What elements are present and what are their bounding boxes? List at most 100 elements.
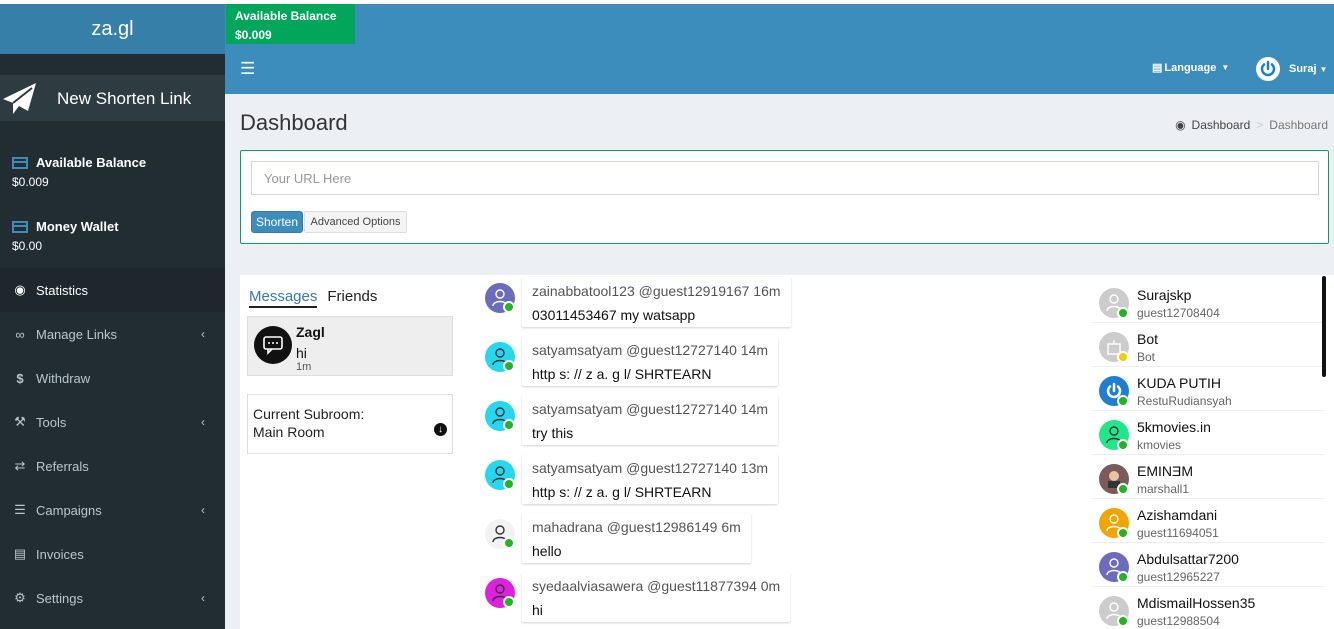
user-handle: guest12988504 — [1137, 614, 1220, 628]
message-header: syedaalviasawera @guest11877394 0m — [532, 578, 781, 594]
database-icon: ☰ — [14, 502, 26, 517]
chat-bubble-icon — [263, 336, 283, 355]
online-status-dot — [503, 360, 515, 372]
sidebar-item-label: Invoices — [36, 546, 84, 562]
header-balance-value: $0.009 — [235, 28, 272, 42]
sidebar-item-manage-links[interactable]: ∞ Manage Links ‹ — [0, 312, 225, 356]
money-wallet-label: Money Wallet — [36, 219, 119, 234]
message-text: http s: // z a. g l/ SHRTEARN — [532, 366, 712, 382]
new-shorten-link-button[interactable]: New Shorten Link — [0, 75, 225, 121]
tab-friends[interactable]: Friends — [327, 288, 377, 308]
advanced-options-button[interactable]: Advanced Options — [304, 211, 407, 233]
user-list-item[interactable]: Bot Bot — [1092, 323, 1324, 367]
message-text: hi — [532, 602, 543, 618]
tab-messages[interactable]: Messages — [249, 288, 318, 308]
user-name: KUDA PUTIH — [1137, 375, 1222, 391]
chevron-left-icon: ‹ — [201, 503, 205, 517]
dashboard-icon: ◉ — [1175, 118, 1186, 132]
online-status-dot — [1117, 483, 1129, 495]
chevron-left-icon: ‹ — [201, 415, 205, 429]
conversation-item[interactable]: Zagl hi 1m — [247, 316, 453, 376]
online-status-dot — [503, 419, 515, 431]
sidebar-item-campaigns[interactable]: ☰ Campaigns ‹ — [0, 488, 225, 532]
sidebar-item-invoices[interactable]: ▤ Invoices — [0, 532, 225, 576]
sidebar-item-label: Manage Links — [36, 326, 117, 342]
available-balance-label: Available Balance — [36, 155, 147, 170]
caret-down-icon: ▼ — [1221, 63, 1230, 72]
breadcrumb-home-link[interactable]: Dashboard — [1192, 118, 1251, 132]
page-title: Dashboard — [240, 110, 348, 135]
sidebar: New Shorten Link Available Balance $0.00… — [0, 54, 225, 629]
user-list-scrollbar[interactable] — [1322, 276, 1326, 377]
chevron-left-icon: ‹ — [201, 327, 205, 341]
dashboard-icon: ◉ — [14, 282, 26, 297]
user-list-item[interactable]: Azishamdani guest11694051 — [1092, 499, 1324, 543]
online-status-dot — [1117, 395, 1129, 407]
user-handle: Bot — [1137, 350, 1156, 364]
language-dropdown[interactable]: ▤ Language ▼ — [1152, 61, 1230, 75]
message-bubble: satyamsatyam @guest12727140 14m http s: … — [522, 336, 779, 386]
user-handle: kmovies — [1137, 438, 1182, 452]
message-header: mahadrana @guest12986149 6m — [532, 519, 741, 535]
subroom-selector[interactable]: Current Subroom: Main Room ↓ — [247, 394, 453, 454]
online-status-dot — [1117, 615, 1129, 627]
wrench-icon: ⚒ — [14, 414, 26, 429]
user-list-item[interactable]: Abdulsattar7200 guest12965227 — [1092, 543, 1324, 587]
user-handle: RestuRudiansyah — [1137, 394, 1232, 408]
user-menu[interactable]: Suraj ▼ — [1256, 57, 1327, 81]
message-text: http s: // z a. g l/ SHRTEARN — [532, 484, 712, 500]
user-list-item[interactable]: KUDA PUTIH RestuRudiansyah — [1092, 367, 1324, 411]
sidebar-item-withdraw[interactable]: $ Withdraw — [0, 356, 225, 400]
paper-plane-icon — [3, 83, 36, 114]
sidebar-item-label: Campaigns — [36, 502, 102, 518]
user-handle: guest11694051 — [1137, 526, 1219, 540]
conversation-name: Zagl — [296, 324, 325, 340]
user-list-item[interactable]: EMINƎM marshall1 — [1092, 455, 1324, 499]
sidebar-item-label: Referrals — [36, 458, 89, 474]
url-input[interactable] — [251, 161, 1319, 195]
link-icon: ∞ — [15, 326, 25, 342]
user-name: Bot — [1137, 331, 1159, 347]
sidebar-item-tools[interactable]: ⚒ Tools ‹ — [0, 400, 225, 444]
header-balance-label: Available Balance — [235, 9, 337, 23]
shorten-button[interactable]: Shorten — [251, 211, 303, 233]
chat-tabs: Messages Friends — [249, 288, 377, 308]
user-list-item[interactable]: Surajskp guest12708404 — [1092, 279, 1324, 323]
credit-card-icon — [12, 156, 28, 169]
sidebar-money-wallet: Money Wallet $0.00 — [12, 219, 119, 253]
sidebar-item-label: Settings — [36, 590, 83, 606]
message-header: satyamsatyam @guest12727140 14m — [532, 342, 769, 358]
user-name: MdismailHossen35 — [1137, 595, 1256, 611]
sidebar-item-settings[interactable]: ⚙ Settings ‹ — [0, 576, 225, 620]
dollar-icon: $ — [16, 370, 24, 386]
user-list-item[interactable]: MdismailHossen35 guest12988504 — [1092, 587, 1324, 629]
conversation-message: hi — [296, 345, 307, 361]
gears-icon: ⚙ — [14, 590, 26, 605]
message-bubble: satyamsatyam @guest12727140 14m try this — [522, 395, 779, 445]
message-text: hello — [532, 543, 562, 559]
subroom-label: Current Subroom: — [253, 406, 365, 422]
online-status-dot — [1117, 571, 1129, 583]
user-handle: marshall1 — [1137, 482, 1190, 496]
message-list: zainabbatool123 @guest12919167 16m 03011… — [481, 275, 1081, 629]
new-shorten-link-label: New Shorten Link — [57, 89, 192, 108]
user-list-item[interactable]: 5kmovies.in kmovies — [1092, 411, 1324, 455]
hamburger-menu-icon[interactable]: ☰ — [240, 60, 255, 77]
online-status-dot — [1117, 527, 1129, 539]
logo[interactable]: za.gl — [0, 4, 225, 54]
online-status-dot — [1117, 439, 1129, 451]
language-label: Language — [1164, 61, 1217, 74]
user-name: Azishamdani — [1137, 507, 1218, 523]
conversation-time: 1m — [296, 361, 312, 373]
message-bubble: syedaalviasawera @guest11877394 0m hi — [522, 572, 791, 622]
message-header: satyamsatyam @guest12727140 13m — [532, 460, 769, 476]
exchange-icon: ⇄ — [14, 458, 26, 473]
sidebar-item-label: Tools — [36, 414, 67, 430]
sidebar-item-statistics[interactable]: ◉ Statistics — [0, 268, 225, 312]
avatar — [254, 326, 292, 364]
arrow-down-circle-icon[interactable]: ↓ — [434, 423, 447, 436]
online-status-dot — [503, 301, 515, 313]
breadcrumb: ◉ Dashboard > Dashboard — [1175, 118, 1328, 132]
sidebar-item-referrals[interactable]: ⇄ Referrals — [0, 444, 225, 488]
power-avatar-icon — [1256, 57, 1280, 81]
